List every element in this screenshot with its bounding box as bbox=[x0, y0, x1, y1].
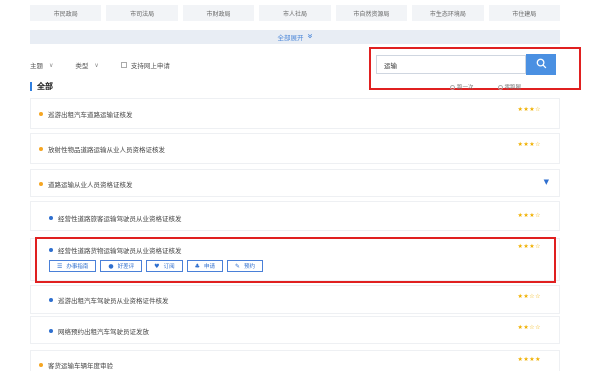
dept-button-human-resources[interactable]: 市人社局 bbox=[259, 5, 331, 21]
legend-once: 跑一次 bbox=[450, 83, 474, 91]
list-item[interactable]: 放射性物品道路运输从业人员资格证核发 ★★★☆ bbox=[30, 133, 560, 164]
double-chevron-down-icon bbox=[307, 33, 313, 41]
caret-down-icon[interactable]: ▼ bbox=[544, 178, 549, 186]
star-rating: ★★★☆ bbox=[517, 141, 541, 148]
expand-all-label: 全部展开 bbox=[277, 34, 304, 42]
search-icon bbox=[536, 58, 547, 71]
legend: 跑一次 零跑腿 bbox=[450, 83, 521, 91]
star-rating: ★★☆☆ bbox=[517, 293, 541, 300]
list-item[interactable]: 经营性道路旅客运输驾驶员从业资格证核发 ★★★☆ bbox=[30, 201, 560, 231]
dept-button-finance[interactable]: 市财政局 bbox=[182, 5, 255, 21]
radio-icon bbox=[497, 84, 503, 90]
orange-dot-icon bbox=[39, 112, 43, 116]
list-item[interactable]: 客货运输车辆年度审验 ★★★★ bbox=[30, 350, 560, 371]
star-rating: ★★★☆ bbox=[517, 212, 541, 219]
blue-dot-icon bbox=[49, 298, 53, 302]
dept-button-ecology[interactable]: 市生态环境局 bbox=[412, 5, 484, 21]
item-label: 经营性道路旅客运输驾驶员从业资格证核发 bbox=[58, 215, 182, 223]
dept-button-housing[interactable]: 市住建局 bbox=[488, 5, 560, 21]
star-rating: ★★☆☆ bbox=[517, 324, 541, 331]
item-label: 道路运输从业人员资格证核发 bbox=[48, 181, 133, 189]
chevron-down-icon: ∨ bbox=[49, 61, 54, 69]
item-label: 巡游出租汽车道路运输证核发 bbox=[48, 111, 133, 119]
dept-button-natural-resources[interactable]: 市自然资源局 bbox=[335, 5, 408, 21]
checkbox-icon bbox=[120, 62, 127, 68]
type-filter-label: 类型 bbox=[75, 62, 89, 70]
theme-filter-dropdown[interactable]: 主题 ∨ bbox=[30, 60, 54, 71]
list-item[interactable]: 巡游出租汽车道路运输证核发 ★★★☆ bbox=[30, 98, 560, 129]
item-label: 巡游出租汽车驾驶员从业资格证件核发 bbox=[58, 297, 169, 305]
star-rating: ★★★★ bbox=[517, 356, 541, 363]
online-apply-checkbox[interactable]: 支持网上申请 bbox=[120, 60, 170, 70]
expand-all-button[interactable]: 全部展开 bbox=[30, 30, 560, 44]
item-label: 客货运输车辆年度审验 bbox=[48, 362, 113, 370]
list-item[interactable]: 巡游出租汽车驾驶员从业资格证件核发 ★★☆☆ bbox=[30, 285, 560, 314]
blue-dot-icon bbox=[49, 329, 53, 333]
item-label: 网络预约出租汽车驾驶员证发放 bbox=[58, 328, 149, 336]
chevron-down-icon: ∨ bbox=[94, 61, 99, 69]
online-apply-label: 支持网上申请 bbox=[130, 62, 170, 70]
selected-item-highlight-box bbox=[35, 237, 556, 283]
orange-dot-icon bbox=[39, 363, 43, 367]
type-filter-dropdown[interactable]: 类型 ∨ bbox=[75, 60, 99, 71]
dept-button-civil-affairs[interactable]: 市民政局 bbox=[30, 5, 102, 21]
section-title: 全部 bbox=[30, 82, 53, 91]
star-rating: ★★★☆ bbox=[517, 106, 541, 113]
search-input[interactable]: 运输 bbox=[376, 55, 526, 74]
department-row: 市民政局 市司法局 市财政局 市人社局 市自然资源局 市生态环境局 市住建局 bbox=[30, 5, 560, 21]
search-button[interactable] bbox=[526, 54, 556, 75]
orange-dot-icon bbox=[39, 182, 43, 186]
legend-zero: 零跑腿 bbox=[497, 83, 521, 91]
blue-dot-icon bbox=[49, 216, 53, 220]
filter-bar: 主题 ∨ 类型 ∨ 支持网上申请 bbox=[30, 60, 192, 71]
theme-filter-label: 主题 bbox=[30, 62, 43, 70]
radio-icon bbox=[450, 84, 455, 90]
dept-button-justice[interactable]: 市司法局 bbox=[106, 5, 178, 21]
orange-dot-icon bbox=[39, 147, 43, 151]
item-label: 放射性物品道路运输从业人员资格证核发 bbox=[48, 146, 165, 154]
list-item[interactable]: 网络预约出租汽车驾驶员证发放 ★★☆☆ bbox=[30, 316, 560, 344]
list-item-expanded[interactable]: 道路运输从业人员资格证核发 ▼ bbox=[30, 169, 560, 197]
